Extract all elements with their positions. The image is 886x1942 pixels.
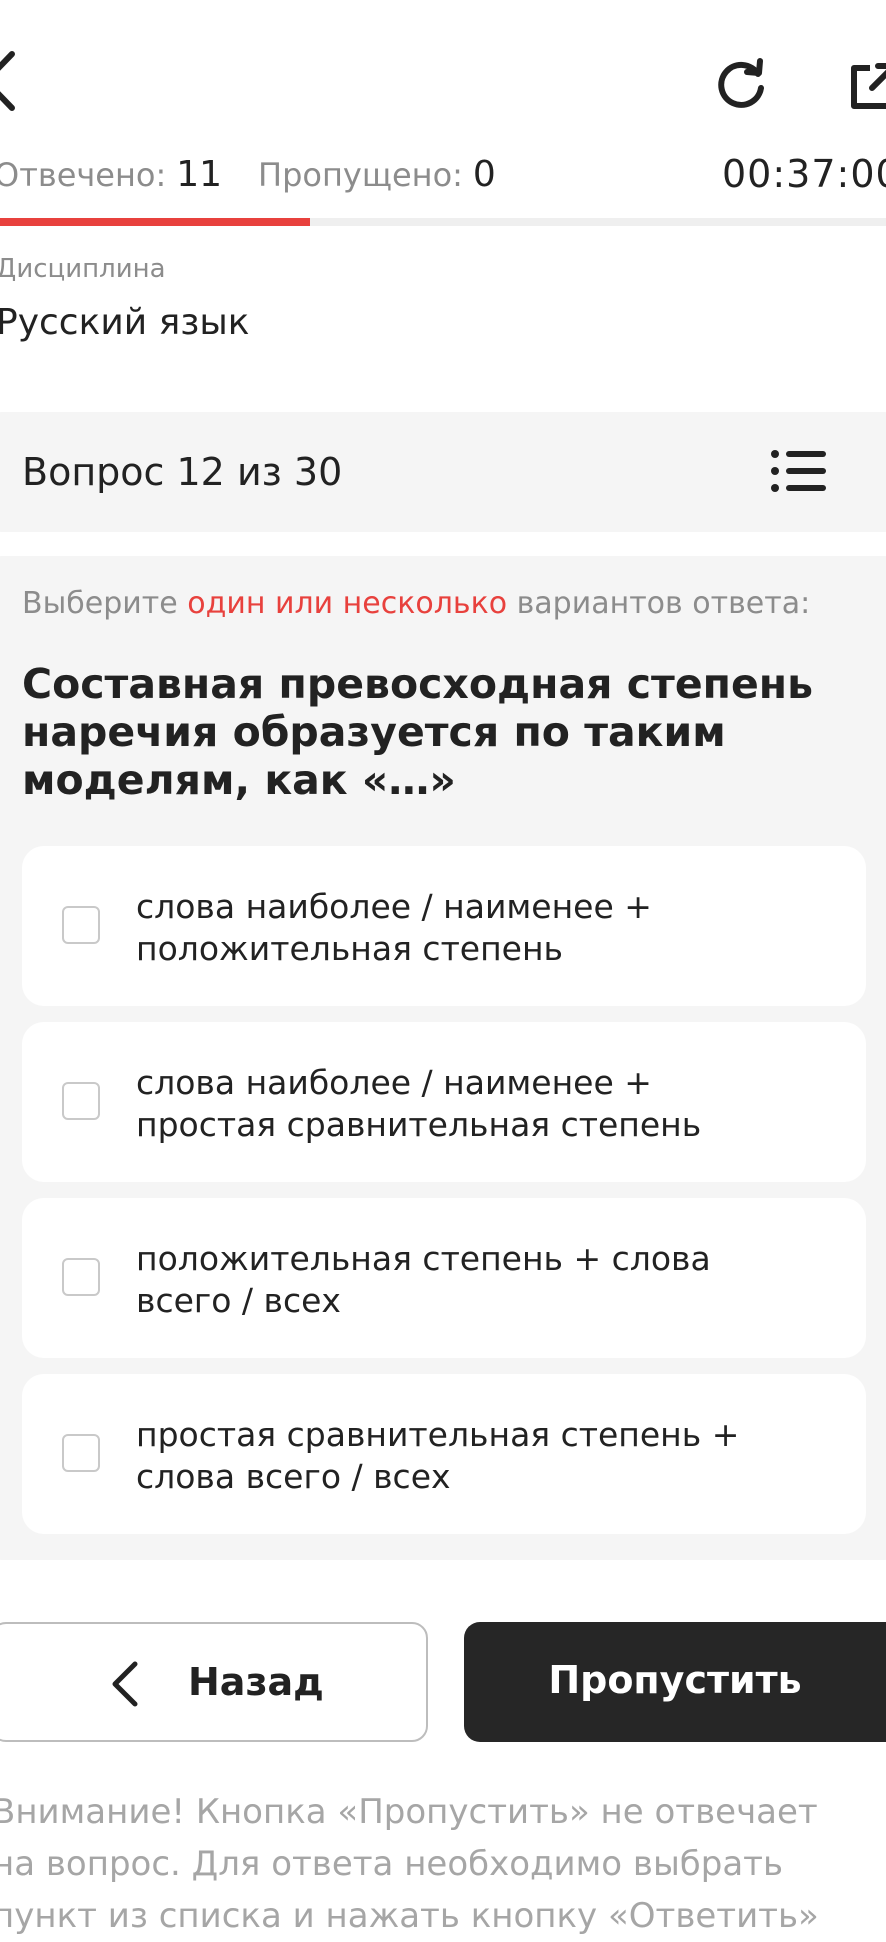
reload-icon[interactable]	[714, 58, 768, 112]
option-line: простая сравнительная степень	[136, 1105, 702, 1144]
notice-line: Внимание! Кнопка «Пропустить» не отвечае…	[0, 1792, 818, 1832]
option-line: слова наиболее / наименее +	[136, 887, 652, 926]
status-row: Отвечено: 11 Пропущено: 0 00:37:00	[0, 150, 886, 206]
external-link-icon[interactable]	[848, 60, 886, 112]
notice-line: на вопрос. Для ответа необходимо выбрать	[0, 1844, 784, 1884]
skip-button-label: Пропустить	[548, 1658, 802, 1702]
discipline-value: Русский язык	[0, 302, 250, 343]
option-text: слова наиболее / наименее + положительна…	[136, 886, 836, 970]
top-bar	[0, 0, 886, 170]
discipline-label: Дисциплина	[0, 254, 166, 284]
option-line: слова наиболее / наименее +	[136, 1063, 652, 1102]
question-counter: Вопрос 12 из 30	[22, 450, 343, 494]
option-text: положительная степень + слова всего / вс…	[136, 1238, 836, 1322]
progress-bar	[0, 218, 886, 226]
back-button[interactable]: Назад	[0, 1622, 428, 1742]
option-line: слова всего / всех	[136, 1457, 451, 1496]
instruction-end: вариантов ответа:	[507, 586, 811, 621]
answered-value: 11	[176, 154, 223, 195]
option-line: простая сравнительная степень +	[136, 1415, 740, 1454]
answered-label: Отвечено:	[0, 156, 167, 194]
timer: 00:37:00	[722, 152, 886, 196]
answer-option-1[interactable]: слова наиболее / наименее + положительна…	[22, 846, 866, 1006]
answer-option-2[interactable]: слова наиболее / наименее + простая срав…	[22, 1022, 866, 1182]
list-icon[interactable]	[770, 448, 826, 494]
question-text: Составная превосходная степень наречия о…	[22, 660, 814, 804]
option-line: положительная степень + слова	[136, 1239, 711, 1278]
answered-counter: Отвечено: 11	[0, 154, 222, 195]
question-card: Выберите один или несколько вариантов от…	[0, 556, 886, 1560]
instruction-start: Выберите	[22, 586, 188, 621]
option-text: слова наиболее / наименее + простая срав…	[136, 1062, 836, 1146]
skipped-value: 0	[472, 154, 496, 195]
notice-line: пункт из списка и нажать кнопку «Ответит…	[0, 1896, 819, 1936]
checkbox[interactable]	[62, 1258, 100, 1296]
checkbox[interactable]	[62, 906, 100, 944]
skipped-label: Пропущено:	[258, 156, 463, 194]
instruction-accent: один или несколько	[187, 586, 508, 621]
answer-option-3[interactable]: положительная степень + слова всего / вс…	[22, 1198, 866, 1358]
back-button-label: Назад	[188, 1660, 324, 1704]
chevron-left-icon	[112, 1661, 138, 1707]
progress-fill	[0, 218, 311, 226]
checkbox[interactable]	[62, 1434, 100, 1472]
skip-notice: Внимание! Кнопка «Пропустить» не отвечае…	[0, 1786, 886, 1942]
option-line: положительная степень	[136, 929, 564, 968]
instruction: Выберите один или несколько вариантов от…	[22, 586, 810, 621]
option-text: простая сравнительная степень + слова вс…	[136, 1414, 836, 1498]
chevron-left-icon[interactable]	[0, 50, 18, 112]
checkbox[interactable]	[62, 1082, 100, 1120]
skipped-counter: Пропущено: 0	[258, 154, 496, 195]
question-header: Вопрос 12 из 30	[0, 412, 886, 532]
skip-button[interactable]: Пропустить	[464, 1622, 886, 1742]
option-line: всего / всех	[136, 1281, 341, 1320]
answer-option-4[interactable]: простая сравнительная степень + слова вс…	[22, 1374, 866, 1534]
